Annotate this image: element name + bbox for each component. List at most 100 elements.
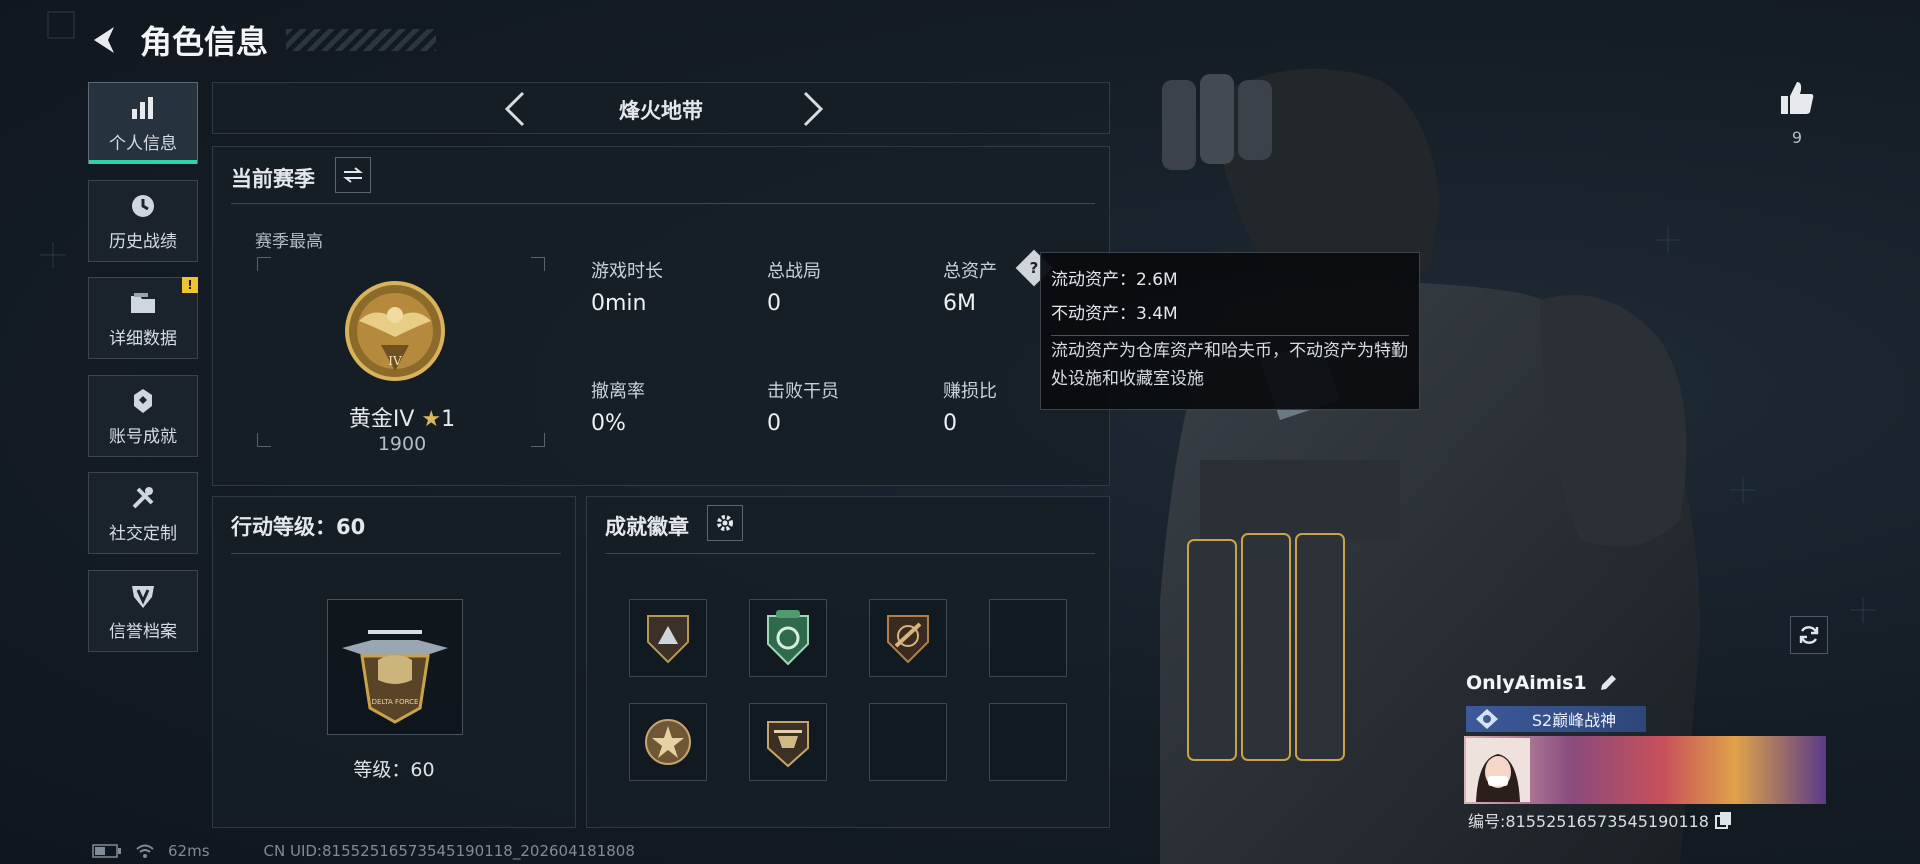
achievement-icon: [134, 388, 152, 413]
action-level-panel: 行动等级：60 DELTA FORCE 等级：60: [212, 496, 576, 828]
refresh-button[interactable]: [1790, 616, 1828, 654]
shield-emblem-icon: [132, 585, 154, 608]
status-bar: 62ms CN UID:8155251657354519011​8_202604…: [92, 842, 635, 860]
mode-selector: 烽火地带: [212, 82, 1110, 134]
nav-label: 信誉档案: [109, 621, 177, 642]
badge-slot[interactable]: [629, 599, 707, 677]
back-arrow-icon[interactable]: [88, 23, 122, 57]
season-title: 当前赛季: [231, 167, 315, 191]
thumbs-up-icon[interactable]: [1777, 78, 1817, 118]
refresh-icon: [1799, 626, 1819, 644]
edit-pencil-icon[interactable]: [1597, 672, 1619, 694]
badge-slot[interactable]: [629, 703, 707, 781]
header: 角色信息: [88, 18, 437, 62]
stat-value-extract-rate: 0%: [591, 411, 626, 436]
tooltip-description: 流动资产为仓库资产和哈夫币，不动资产为特勤处设施和收藏室设施: [1051, 341, 1408, 389]
nav-label: 账号成就: [109, 426, 177, 447]
alert-badge: !: [182, 277, 198, 293]
divider: [231, 203, 1095, 204]
profile-banner: [1464, 736, 1826, 804]
badge-slot-empty[interactable]: [989, 599, 1067, 677]
svg-text:DELTA FORCE: DELTA FORCE: [372, 698, 419, 706]
season-panel: 当前赛季 赛季最高 IV 黄金IV ★1 1900 游戏时长 0min 总战局 …: [212, 146, 1110, 486]
frame-corner: [531, 257, 545, 271]
avatar-portrait: [1466, 738, 1530, 802]
stat-label-extract-rate: 撤离率: [591, 381, 645, 402]
star-icon: ★: [421, 407, 442, 432]
swap-icon: [343, 167, 363, 183]
wifi-icon: [136, 844, 154, 858]
triangle-shield-badge-icon: [647, 615, 689, 664]
season-switch-button[interactable]: [335, 157, 371, 193]
bar-chart-icon: [132, 96, 153, 119]
page-title: 角色信息: [140, 23, 269, 61]
likes-count: 9: [1791, 128, 1803, 147]
season-best-label: 赛季最高: [255, 232, 323, 252]
avatar[interactable]: [1466, 738, 1530, 802]
svg-text:IV: IV: [388, 354, 402, 368]
stat-value-profit-ratio: 0: [943, 411, 957, 436]
rank-name: 黄金IV ★1: [257, 401, 547, 433]
rank-score: 1900: [377, 433, 427, 455]
stat-label-playtime: 游戏时长: [591, 261, 663, 282]
stat-value-total-matches: 0: [767, 291, 781, 316]
green-shield-badge-icon: [767, 610, 809, 666]
action-level-emblem-frame: DELTA FORCE: [327, 599, 463, 735]
title-emblem-icon: [1476, 709, 1498, 729]
nav-label: 个人信息: [109, 133, 177, 154]
copy-icon[interactable]: [1715, 811, 1733, 829]
frame-corner: [257, 257, 271, 271]
tooltip-fixed-assets: 不动资产：3.4M: [1051, 304, 1178, 324]
gear-icon: [717, 515, 733, 531]
stat-value-kills: 0: [767, 411, 781, 436]
stat-label-kills: 击败干员: [767, 381, 839, 402]
stat-value-playtime: 0min: [591, 291, 647, 316]
player-id: 编号:8155251657354519011​8: [1468, 812, 1709, 831]
mode-title: 烽火地带: [619, 99, 703, 123]
divider: [231, 553, 561, 554]
badge-slot[interactable]: [749, 703, 827, 781]
ping: 62ms: [168, 842, 210, 860]
badge-slot-empty[interactable]: [989, 703, 1067, 781]
gold-rank-emblem-icon: IV: [345, 281, 445, 381]
rank-stars: 1: [441, 407, 456, 432]
player-id-row: 编号:8155251657354519011​8: [1468, 808, 1733, 832]
helicopter-shield-badge-icon: [767, 721, 809, 768]
badges-settings-button[interactable]: [707, 505, 743, 541]
rifle-shield-badge-icon: [887, 615, 929, 664]
title-stripes: [286, 29, 437, 51]
nav-item-achievements[interactable]: 账号成就: [88, 375, 198, 457]
tooltip-liquid-assets: 流动资产：2.6M: [1051, 270, 1178, 290]
star-medal-badge-icon: [645, 719, 691, 765]
badge-slot-empty[interactable]: [869, 703, 947, 781]
next-mode-chevron-icon[interactable]: [799, 91, 827, 127]
helicopter-emblem-icon: DELTA FORCE: [342, 630, 448, 724]
player-title-banner: S2巅峰战神: [1466, 706, 1646, 732]
nav-item-detail-data[interactable]: 详细数据 !: [88, 277, 198, 359]
action-level-text: 等级：60: [353, 759, 435, 781]
uid-text: CN UID:8155251657354519011​8_20260418180…: [263, 842, 635, 860]
folder-icon: [131, 292, 155, 313]
nav-item-reputation[interactable]: 信誉档案: [88, 570, 198, 652]
stat-label-total-matches: 总战局: [767, 261, 821, 282]
likes[interactable]: 9: [1772, 78, 1822, 147]
nav-label: 社交定制: [109, 523, 177, 544]
badge-slot[interactable]: [869, 599, 947, 677]
badge-slot[interactable]: [749, 599, 827, 677]
nav-label: 详细数据: [109, 328, 177, 349]
player-name: OnlyAimis1: [1466, 672, 1587, 694]
nav-item-social-custom[interactable]: 社交定制: [88, 472, 198, 554]
stat-label-total-assets: 总资产: [943, 261, 997, 282]
badges-panel: 成就徽章: [586, 496, 1110, 828]
tools-icon: [132, 486, 154, 508]
stat-label-profit-ratio: 赚损比: [943, 381, 997, 402]
nav-item-history[interactable]: 历史战绩: [88, 180, 198, 262]
nav-item-personal-info[interactable]: 个人信息: [88, 82, 198, 164]
badges-title: 成就徽章: [605, 515, 689, 539]
player-title: S2巅峰战神: [1531, 711, 1617, 730]
divider: [605, 553, 1095, 554]
divider: [1051, 335, 1409, 336]
assets-tooltip: 流动资产：2.6M 不动资产：3.4M 流动资产为仓库资产和哈夫币，不动资产为特…: [1040, 252, 1420, 410]
battery-icon: [92, 844, 121, 858]
profile-name-row: OnlyAimis1: [1466, 672, 1619, 694]
